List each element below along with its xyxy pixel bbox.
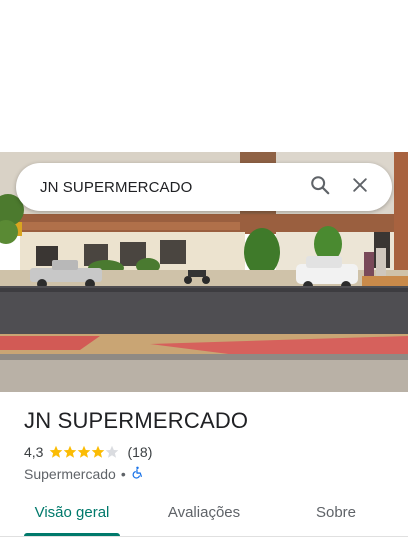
star-icon [78, 445, 91, 458]
rating-row[interactable]: 4,3 (18) [24, 444, 152, 460]
search-button[interactable] [300, 167, 340, 207]
star-empty-icon [106, 445, 119, 458]
star-icon [92, 445, 105, 458]
wheelchair-icon[interactable] [131, 466, 144, 482]
tab-about[interactable]: Sobre [288, 496, 384, 536]
separator: • [120, 466, 126, 482]
close-icon [350, 175, 370, 200]
clear-search-button[interactable] [340, 167, 380, 207]
search-input[interactable]: JN SUPERMERCADO [40, 179, 300, 196]
tab-label: Avaliações [167, 504, 241, 521]
place-tabs: Visão geral Avaliações Sobre [0, 496, 408, 536]
divider [0, 536, 408, 537]
place-category: Supermercado [24, 466, 116, 482]
star-rating [49, 445, 121, 459]
tab-overview[interactable]: Visão geral [24, 496, 120, 536]
tab-label: Sobre [315, 504, 357, 521]
rating-value: 4,3 [24, 444, 44, 460]
search-icon [309, 174, 331, 201]
search-bar[interactable]: JN SUPERMERCADO [16, 163, 392, 211]
tab-reviews[interactable]: Avaliações [156, 496, 252, 536]
category-row: Supermercado • [24, 466, 144, 482]
review-count[interactable]: (18) [127, 444, 152, 460]
star-icon [64, 445, 77, 458]
tab-label: Visão geral [34, 504, 110, 521]
star-icon [50, 445, 63, 458]
place-title: JN SUPERMERCADO [24, 408, 249, 433]
